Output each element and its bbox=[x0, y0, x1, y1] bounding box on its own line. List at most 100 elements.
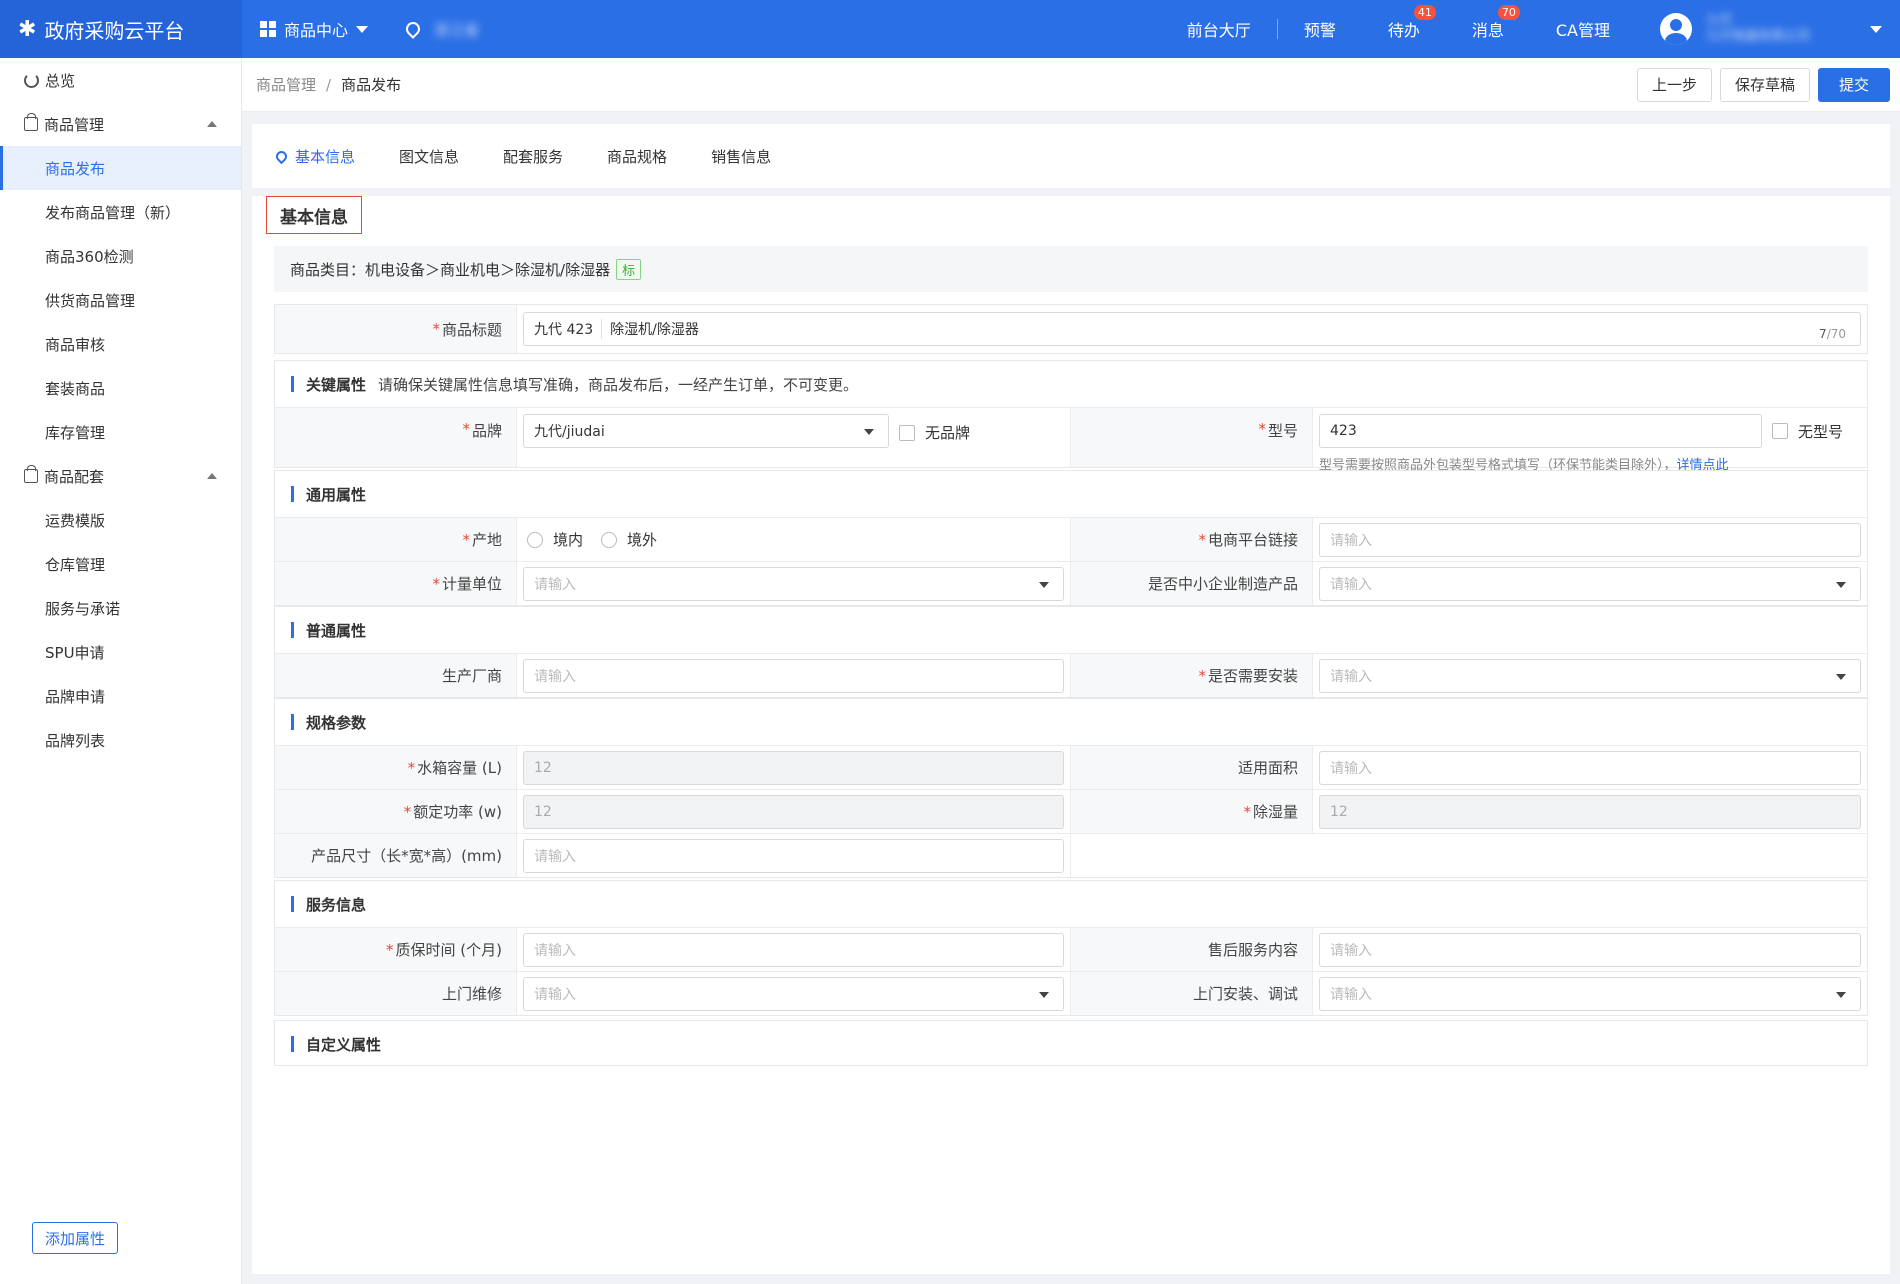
form-row: 上门维修 请输入 上门安装、调试 请输入 bbox=[275, 971, 1867, 1015]
section-marker bbox=[291, 896, 294, 912]
no-brand-checkbox[interactable]: 无品牌 bbox=[899, 422, 970, 443]
model-row: 423 无型号 bbox=[1319, 414, 1861, 448]
category-path: 机电设备＞商业机电＞除湿机/除湿器 bbox=[365, 260, 611, 279]
nav-todo[interactable]: 待办 41 bbox=[1362, 5, 1446, 41]
user-org: 九代电器有限公司 bbox=[1705, 29, 1810, 44]
field-label: * 计量单位 bbox=[275, 562, 517, 605]
top-bar: ✱ 政府采购云平台 商品中心 浙江省 前台大厅 预警 待办 41 消息 70 CA管… bbox=[0, 0, 1900, 58]
warranty-cell: * 质保时间 (个月) 请输入 bbox=[275, 928, 1071, 971]
after-sale-cell: 售后服务内容 请输入 bbox=[1071, 928, 1867, 971]
no-model-checkbox[interactable]: 无型号 bbox=[1771, 421, 1843, 442]
main-area: 商品管理 / 商品发布 上一步 保存草稿 提交 基本信息 图文信息 配套服务 商… bbox=[242, 58, 1900, 1284]
section-marker bbox=[291, 486, 294, 502]
sidebar-group-product-manage[interactable]: 商品管理 bbox=[0, 102, 241, 146]
onsite-install-cell: 上门安装、调试 请输入 bbox=[1071, 972, 1867, 1015]
brand-cell: * 品牌 九代/jiudai 无品牌 bbox=[275, 408, 1071, 467]
sidebar-item-inventory[interactable]: 库存管理 bbox=[0, 410, 241, 454]
field-label: * 电商平台链接 bbox=[1071, 518, 1313, 561]
section-header-label: 规格参数 bbox=[306, 713, 367, 732]
form-row: * 产地 境内 境外 * 电商平台链接 请输入 bbox=[275, 517, 1867, 561]
onsite-install-select[interactable]: 请输入 bbox=[1319, 976, 1861, 1011]
sidebar-group-supporting[interactable]: 商品配套 bbox=[0, 454, 241, 498]
after-sale-input[interactable]: 请输入 bbox=[1319, 932, 1861, 967]
sidebar-item-brand-list[interactable]: 品牌列表 bbox=[0, 718, 241, 762]
grid-icon bbox=[260, 21, 276, 37]
tab-sales[interactable]: 销售信息 bbox=[711, 146, 771, 167]
sidebar-item-shipping-template[interactable]: 运费模版 bbox=[0, 498, 241, 542]
product-title-input[interactable]: 九代 423 除湿机/除湿器 7/70 bbox=[523, 312, 1861, 346]
maker-input[interactable]: 请输入 bbox=[523, 658, 1064, 693]
tab-services[interactable]: 配套服务 bbox=[503, 146, 563, 167]
unit-select[interactable]: 请输入 bbox=[523, 566, 1064, 601]
field-value: 请输入 bbox=[1313, 562, 1867, 605]
custom-attributes-box: 自定义属性 bbox=[274, 1020, 1868, 1066]
breadcrumb-separator: / bbox=[326, 75, 332, 94]
field-value: 请输入 bbox=[1313, 654, 1867, 697]
section-marker bbox=[291, 714, 294, 730]
sidebar-item-360-check[interactable]: 商品360检测 bbox=[0, 234, 241, 278]
repair-select[interactable]: 请输入 bbox=[523, 976, 1064, 1011]
origin-domestic-radio[interactable]: 境内 bbox=[527, 529, 583, 550]
tab-rich-info[interactable]: 图文信息 bbox=[399, 146, 459, 167]
sidebar-item-service-promise[interactable]: 服务与承诺 bbox=[0, 586, 241, 630]
todo-badge: 41 bbox=[1413, 5, 1436, 20]
sidebar-item-review[interactable]: 商品审核 bbox=[0, 322, 241, 366]
nav-messages[interactable]: 消息 70 bbox=[1446, 5, 1530, 41]
title-cell: * 商品标题 九代 423 除湿机/除湿器 7/70 bbox=[275, 305, 1867, 353]
sme-select[interactable]: 请输入 bbox=[1319, 566, 1861, 601]
tab-spec[interactable]: 商品规格 bbox=[607, 146, 667, 167]
field-label: * 产地 bbox=[275, 518, 517, 561]
key-attr-hint: 请确保关键属性信息填写准确，商品发布后，一经产生订单，不可变更。 bbox=[378, 375, 859, 394]
product-center-menu[interactable]: 商品中心 bbox=[260, 17, 369, 41]
submit-button[interactable]: 提交 bbox=[1817, 67, 1890, 102]
prev-step-button[interactable]: 上一步 bbox=[1636, 67, 1712, 102]
section-marker bbox=[291, 376, 294, 392]
area-input[interactable]: 请输入 bbox=[1319, 750, 1861, 785]
form-row: 生产厂商 请输入 * 是否需要安装 请输入 bbox=[275, 653, 1867, 697]
size-cell: 产品尺寸（长*宽*高）(mm) 请输入 bbox=[275, 834, 1071, 877]
nav-ca-manage[interactable]: CA管理 bbox=[1530, 17, 1636, 41]
add-attribute-button[interactable]: 添加属性 bbox=[32, 1222, 119, 1254]
logo-text: 政府采购云平台 bbox=[44, 18, 185, 43]
power-input: 12 bbox=[523, 794, 1064, 829]
model-input[interactable]: 423 bbox=[1319, 414, 1762, 448]
section-header: 服务信息 bbox=[275, 881, 1867, 927]
user-menu[interactable]: 九代 九代电器有限公司 bbox=[1659, 13, 1882, 45]
sidebar-item-brand-apply[interactable]: 品牌申请 bbox=[0, 674, 241, 718]
sidebar-item-publish-manage[interactable]: 发布商品管理（新） bbox=[0, 190, 241, 234]
field-value: 请输入 bbox=[517, 972, 1071, 1015]
bag-icon bbox=[24, 465, 38, 483]
size-input[interactable]: 请输入 bbox=[523, 838, 1064, 873]
sidebar-item-spu-apply[interactable]: SPU申请 bbox=[0, 630, 241, 674]
nav-warning[interactable]: 预警 bbox=[1278, 17, 1362, 41]
key-attributes-box: 关键属性 请确保关键属性信息填写准确，商品发布后，一经产生订单，不可变更。 * 品… bbox=[274, 360, 1868, 473]
nav-front-hall[interactable]: 前台大厅 bbox=[1161, 17, 1277, 41]
sidebar-item-warehouse[interactable]: 仓库管理 bbox=[0, 542, 241, 586]
sme-cell: 是否中小企业制造产品 请输入 bbox=[1071, 562, 1867, 605]
breadcrumb-parent[interactable]: 商品管理 bbox=[256, 74, 316, 95]
tab-basic-info[interactable]: 基本信息 bbox=[273, 146, 355, 167]
sidebar-item-supply-manage[interactable]: 供货商品管理 bbox=[0, 278, 241, 322]
field-label: * 品牌 bbox=[275, 408, 517, 467]
section-marker bbox=[291, 622, 294, 638]
chevron-down-icon bbox=[1836, 991, 1846, 998]
location-selector[interactable]: 浙江省 bbox=[403, 19, 479, 40]
field-label: * 商品标题 bbox=[275, 305, 517, 353]
logo[interactable]: ✱ 政府采购云平台 bbox=[0, 0, 242, 58]
save-draft-button[interactable]: 保存草稿 bbox=[1719, 67, 1810, 102]
brand-select[interactable]: 九代/jiudai bbox=[523, 414, 889, 448]
field-value: 九代 423 除湿机/除湿器 7/70 bbox=[517, 305, 1867, 353]
form-row: 产品尺寸（长*宽*高）(mm) 请输入 bbox=[275, 833, 1867, 877]
field-label: * 额定功率 (w) bbox=[275, 790, 517, 833]
form-row: *品牌 九代/jiudai 无品牌 *型号 423 无型号 型号需要按照商品 bbox=[275, 407, 1867, 473]
ecom-link-input[interactable]: 请输入 bbox=[1319, 522, 1861, 557]
sidebar-item-overview[interactable]: 总览 bbox=[0, 58, 241, 102]
page-actions: 上一步 保存草稿 提交 bbox=[1629, 67, 1890, 102]
warranty-input[interactable]: 请输入 bbox=[523, 932, 1064, 967]
sidebar-item-bundle[interactable]: 套装商品 bbox=[0, 366, 241, 410]
origin-foreign-radio[interactable]: 境外 bbox=[601, 529, 657, 550]
sidebar-item-publish[interactable]: 商品发布 bbox=[0, 146, 241, 190]
install-select[interactable]: 请输入 bbox=[1319, 658, 1861, 693]
repair-cell: 上门维修 请输入 bbox=[275, 972, 1071, 1015]
breadcrumb-current: 商品发布 bbox=[341, 76, 402, 94]
